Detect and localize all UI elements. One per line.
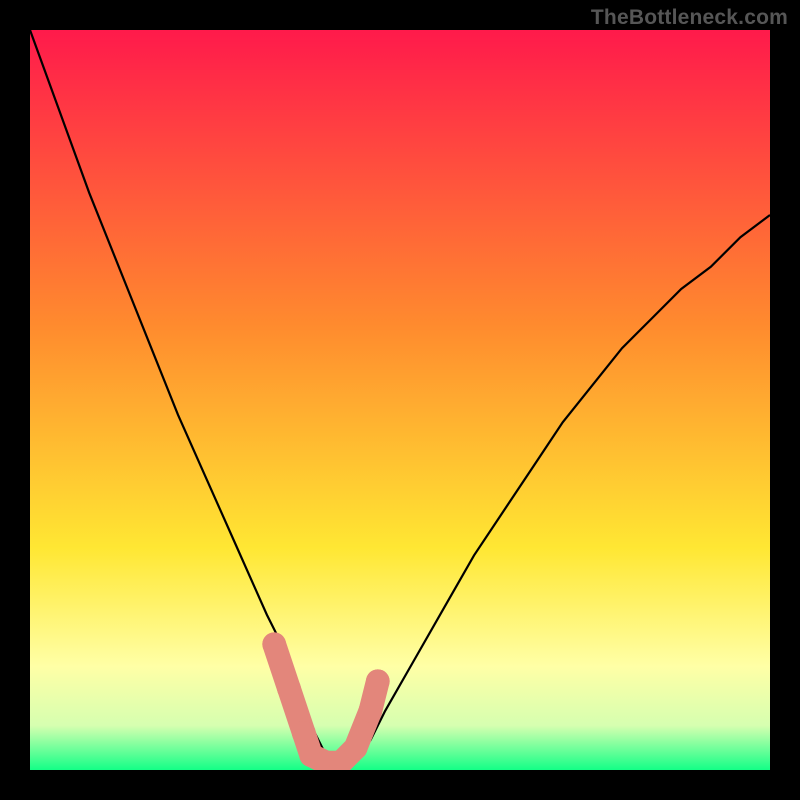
plot-svg	[30, 30, 770, 770]
chart-frame: TheBottleneck.com	[0, 0, 800, 800]
plot-area	[30, 30, 770, 770]
marker-point	[366, 669, 390, 693]
attribution-text: TheBottleneck.com	[591, 6, 788, 30]
gradient-background	[30, 30, 770, 770]
